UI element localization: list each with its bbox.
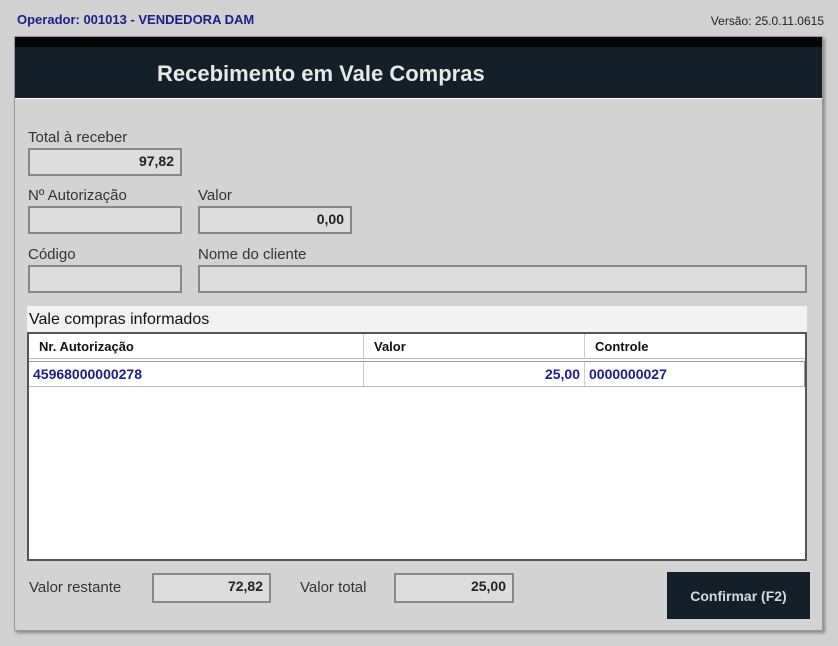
auth-input[interactable] [28,206,182,234]
nome-cliente-input[interactable] [198,265,807,293]
codigo-input[interactable] [28,265,182,293]
version-label: Versão: 25.0.11.0615 [710,14,824,28]
nome-label: Nome do cliente [198,246,307,263]
valor-input[interactable]: 0,00 [198,206,352,234]
total-label: Total à receber [28,129,128,146]
cell-controle: 0000000027 [585,362,805,387]
operator-label: Operador: 001013 - VENDEDORA DAM [17,12,255,27]
auth-label: Nº Autorização [28,187,127,204]
dialog-title: Recebimento em Vale Compras [157,61,485,86]
valor-total-field: 25,00 [394,573,514,603]
confirm-button[interactable]: Confirmar (F2) [667,572,810,619]
column-header-controle[interactable]: Controle [585,334,805,359]
codigo-label: Código [28,246,76,263]
cell-valor: 25,00 [364,362,585,387]
section-title: Vale compras informados [27,306,807,332]
restante-field: 72,82 [152,573,271,603]
column-header-autorizacao[interactable]: Nr. Autorização [29,334,364,359]
column-header-valor[interactable]: Valor [364,334,585,359]
cell-autorizacao: 45968000000278 [29,362,364,387]
table-row[interactable]: 45968000000278 25,00 0000000027 [29,361,805,387]
table-header: Nr. Autorização Valor Controle [29,334,805,359]
valor-label: Valor [198,187,232,204]
restante-label: Valor restante [29,579,122,596]
vale-compras-dialog: Recebimento em Vale Compras Total à rece… [14,36,823,631]
dialog-top-bar [15,37,822,47]
total-field: 97,82 [28,148,182,176]
dialog-header: Recebimento em Vale Compras [15,47,822,99]
valor-total-label: Valor total [300,579,367,596]
vale-compras-table: Nr. Autorização Valor Controle 459680000… [27,332,807,561]
